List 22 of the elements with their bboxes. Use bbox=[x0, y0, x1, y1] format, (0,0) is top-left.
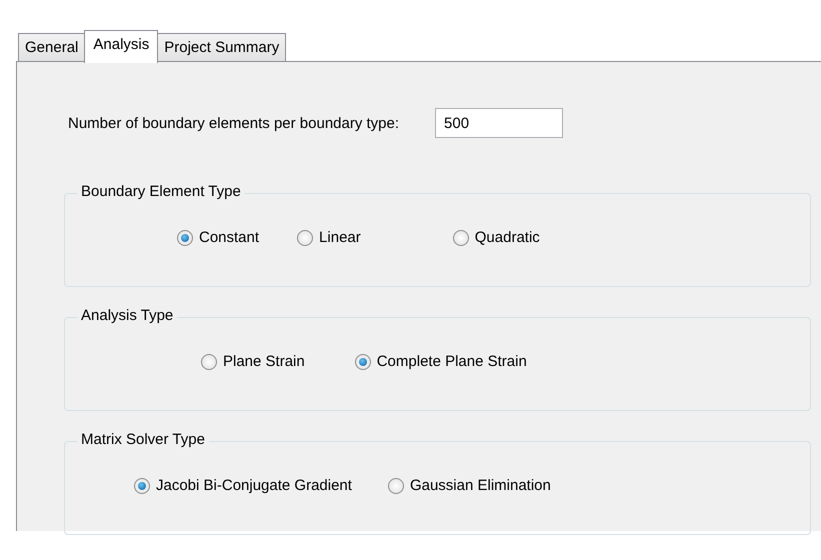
group-title: Matrix Solver Type bbox=[77, 431, 209, 448]
radio-option[interactable]: Jacobi Bi-Conjugate Gradient bbox=[134, 477, 352, 494]
radio-button[interactable] bbox=[201, 354, 217, 370]
radio-button[interactable] bbox=[354, 354, 371, 370]
group-title: Analysis Type bbox=[77, 307, 178, 324]
group-title: Boundary Element Type bbox=[77, 183, 245, 200]
tab[interactable]: Analysis bbox=[84, 30, 158, 63]
radio-button[interactable] bbox=[297, 230, 314, 246]
tab[interactable]: General bbox=[18, 33, 86, 61]
field-label: Number of boundary elements per boundary type: bbox=[68, 114, 400, 132]
radio-option[interactable]: Linear bbox=[297, 229, 361, 246]
radio-button[interactable] bbox=[452, 230, 469, 246]
input-field[interactable]: 500 bbox=[435, 108, 564, 138]
tab[interactable]: Project Summary bbox=[157, 33, 286, 61]
radio-option[interactable]: Quadratic bbox=[452, 229, 540, 246]
radio-button[interactable] bbox=[134, 478, 150, 494]
radio-option[interactable]: Gaussian Elimination bbox=[388, 477, 551, 494]
radio-option[interactable]: Constant bbox=[177, 229, 260, 246]
radio-option[interactable]: Plane Strain bbox=[201, 353, 305, 370]
radio-button[interactable] bbox=[177, 230, 193, 246]
radio-button[interactable] bbox=[388, 478, 404, 494]
radio-option[interactable]: Complete Plane Strain bbox=[354, 353, 527, 370]
